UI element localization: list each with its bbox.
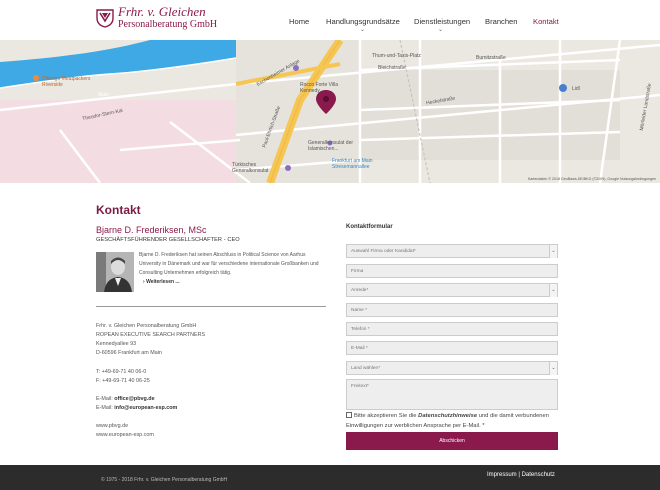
site-header: Frhr. v. Gleichen Personalberatung GmbH … (0, 0, 660, 40)
chevron-right-icon: › (143, 279, 145, 285)
nav-branchen[interactable]: Branchen (485, 17, 518, 26)
message-textarea[interactable]: Freitext* (346, 379, 558, 410)
nav-handlungsgrundsaetze[interactable]: Handlungsgrundsätze (326, 17, 400, 26)
web-link-european[interactable]: www.european-esp.com (96, 431, 154, 440)
chevron-down-icon: ⌄ (549, 362, 557, 375)
read-more-link[interactable]: › Weiterlesen ... (143, 279, 180, 285)
email-line-1: E-Mail: office@pbvg.de (96, 395, 177, 404)
address-street: Kennedyallee 93 (96, 341, 137, 347)
select-value: Anrede* (351, 288, 369, 293)
person-bio: Bjarne D. Frederiksen hat seinen Abschlu… (139, 252, 319, 276)
map-label: Burnitzstraße (476, 55, 506, 61)
person-photo (96, 252, 134, 292)
person-name: Bjarne D. Frederiksen, MSc (96, 225, 207, 235)
page-title: Kontakt (96, 203, 141, 217)
land-select[interactable]: Land wählen* ⌄ (346, 361, 558, 375)
email-field[interactable]: E-Mail * (346, 341, 558, 355)
fax-number: F: +49-69-71 40 06-25 (96, 378, 150, 384)
nav-kontakt[interactable]: Kontakt (533, 17, 559, 26)
consent-text: Bitte akzeptieren Sie die (354, 413, 419, 419)
main-nav: Home Handlungsgrundsätze ⌄ Dienstleistun… (0, 17, 660, 33)
firma-field[interactable]: Firma (346, 264, 558, 278)
web-link-pbvg[interactable]: www.pbvg.de (96, 422, 154, 431)
name-placeholder: Name * (351, 308, 367, 313)
select-value: Land wählen* (351, 366, 381, 371)
map-label: Chicago Meatpackers Riverside (42, 76, 91, 88)
map-label: Bleichstraße (378, 65, 406, 71)
email-link-info[interactable]: info@european-esp.com (114, 405, 177, 411)
map-label: Thurn-und-Taxis-Platz (372, 53, 421, 59)
address-block: Frhr. v. Gleichen Personalberatung GmbH … (96, 322, 205, 358)
chevron-down-icon: ⌄ (360, 27, 366, 33)
person-role: GESCHÄFTSFÜHRENDER GESELLSCHAFTER - CEO (96, 237, 240, 243)
portrait-image (96, 252, 134, 292)
site-footer: © 1975 - 2018 Frhr. v. Gleichen Personal… (0, 465, 660, 490)
email-line-2: E-Mail: info@european-esp.com (96, 404, 177, 413)
divider (96, 306, 326, 307)
email-label: E-Mail: (96, 405, 115, 411)
email-link-office[interactable]: office@pbvg.de (114, 396, 154, 402)
address-company: Frhr. v. Gleichen Personalberatung GmbH (96, 323, 197, 329)
company-or-candidate-select[interactable]: Auswahl Firma oder Kandidat* ⌄ (346, 244, 558, 258)
map-label: Lidl (572, 86, 580, 92)
map-label: Frankfurt am Main Stresemannallee (332, 158, 373, 170)
read-more-label: Weiterlesen ... (146, 279, 180, 285)
map-label: Rocco Forte Villa Kennedy (300, 82, 338, 94)
nav-home[interactable]: Home (289, 17, 309, 26)
email-label: E-Mail: (96, 396, 115, 402)
chevron-down-icon: ⌄ (438, 27, 444, 33)
consent-checkbox[interactable] (346, 412, 352, 418)
map-label: Türkisches Generalkonsulat (232, 162, 269, 174)
phone-block: T: +49-69-71 40 06-0 F: +49-69-71 40 06-… (96, 368, 150, 386)
form-title: Kontaktformular (346, 224, 393, 230)
telefon-placeholder: Telefon * (351, 327, 370, 332)
select-value: Auswahl Firma oder Kandidat* (351, 249, 416, 254)
map-label: Main (98, 92, 109, 98)
privacy-link[interactable]: Datenschutzhinweise (418, 413, 477, 419)
nav-dienstleistungen[interactable]: Dienstleistungen (414, 17, 470, 26)
consent-checkbox-row: Bitte akzeptieren Sie die Datenschutzhin… (346, 411, 568, 431)
address-partner: ROPEAN EXECUTIVE SEARCH PARTNERS (96, 332, 206, 338)
email-placeholder: E-Mail * (351, 346, 368, 351)
phone-number[interactable]: T: +49-69-71 40 06-0 (96, 368, 150, 377)
telefon-field[interactable]: Telefon * (346, 322, 558, 336)
email-block: E-Mail: office@pbvg.de E-Mail: info@euro… (96, 395, 177, 413)
location-map[interactable]: Thurn-und-Taxis-Platz Eschenheimer Anlag… (0, 40, 660, 183)
address-city: D-60596 Frankfurt am Main (96, 350, 162, 356)
submit-button[interactable]: Abschicken (346, 432, 558, 450)
chevron-down-icon: ⌄ (549, 245, 557, 258)
chevron-down-icon: ⌄ (549, 284, 557, 297)
map-label: Generalkonsulat der Islamischen... (308, 140, 354, 152)
firma-placeholder: Firma (351, 269, 364, 274)
name-field[interactable]: Name * (346, 303, 558, 317)
anrede-select[interactable]: Anrede* ⌄ (346, 283, 558, 297)
web-block: www.pbvg.de www.european-esp.com (96, 422, 154, 440)
map-copyright[interactable]: Kartendaten © 2018 GeoBasis-DE/BKG (©200… (528, 177, 656, 181)
message-placeholder: Freitext* (351, 384, 369, 389)
footer-copyright: © 1975 - 2018 Frhr. v. Gleichen Personal… (101, 477, 228, 483)
footer-links[interactable]: Impressum | Datenschutz (487, 472, 555, 478)
